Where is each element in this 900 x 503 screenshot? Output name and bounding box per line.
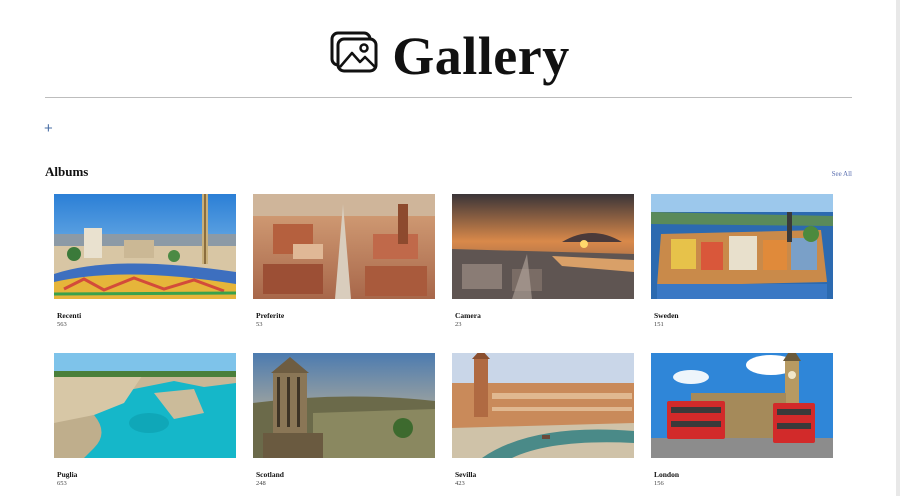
album-count: 151 — [654, 321, 664, 328]
album-name: Scotland — [256, 470, 284, 479]
album-card-recenti[interactable]: Recenti 563 — [54, 194, 236, 344]
album-card-preferite[interactable]: Preferite 53 — [253, 194, 435, 344]
photos-icon — [330, 31, 378, 73]
album-name: Recenti — [57, 311, 82, 320]
album-name: Puglia — [57, 470, 78, 479]
album-count: 248 — [256, 480, 266, 487]
album-thumbnail — [253, 353, 435, 458]
page-header: Gallery — [0, 24, 900, 88]
album-thumbnail — [452, 194, 634, 299]
album-card-puglia[interactable]: Puglia 653 — [54, 353, 236, 503]
scrollbar[interactable] — [896, 0, 900, 496]
albums-heading: Albums — [45, 164, 89, 179]
album-thumbnail — [54, 353, 236, 458]
page-title: Gallery — [392, 26, 570, 86]
album-count: 423 — [455, 480, 465, 487]
album-card-sevilla[interactable]: Sevilla 423 — [452, 353, 634, 503]
album-thumbnail — [54, 194, 236, 299]
album-card-camera[interactable]: Camera 23 — [452, 194, 634, 344]
album-count: 156 — [654, 480, 664, 487]
album-count: 563 — [57, 321, 67, 328]
album-count: 53 — [256, 321, 263, 328]
album-thumbnail — [651, 194, 833, 299]
album-name: Sweden — [654, 311, 679, 320]
see-all-link[interactable]: See All — [832, 170, 852, 178]
album-card-scotland[interactable]: Scotland 248 — [253, 353, 435, 503]
album-thumbnail — [253, 194, 435, 299]
album-thumbnail — [651, 353, 833, 458]
album-name: Camera — [455, 311, 481, 320]
album-count: 653 — [57, 480, 67, 487]
album-card-london[interactable]: London 156 — [651, 353, 833, 503]
album-name: Preferite — [256, 311, 285, 320]
add-button[interactable]: + — [44, 121, 58, 137]
album-name: London — [654, 470, 680, 479]
album-count: 23 — [455, 321, 462, 328]
album-thumbnail — [452, 353, 634, 458]
album-name: Sevilla — [455, 470, 477, 479]
album-card-sweden[interactable]: Sweden 151 — [651, 194, 833, 344]
header-divider — [45, 97, 852, 98]
